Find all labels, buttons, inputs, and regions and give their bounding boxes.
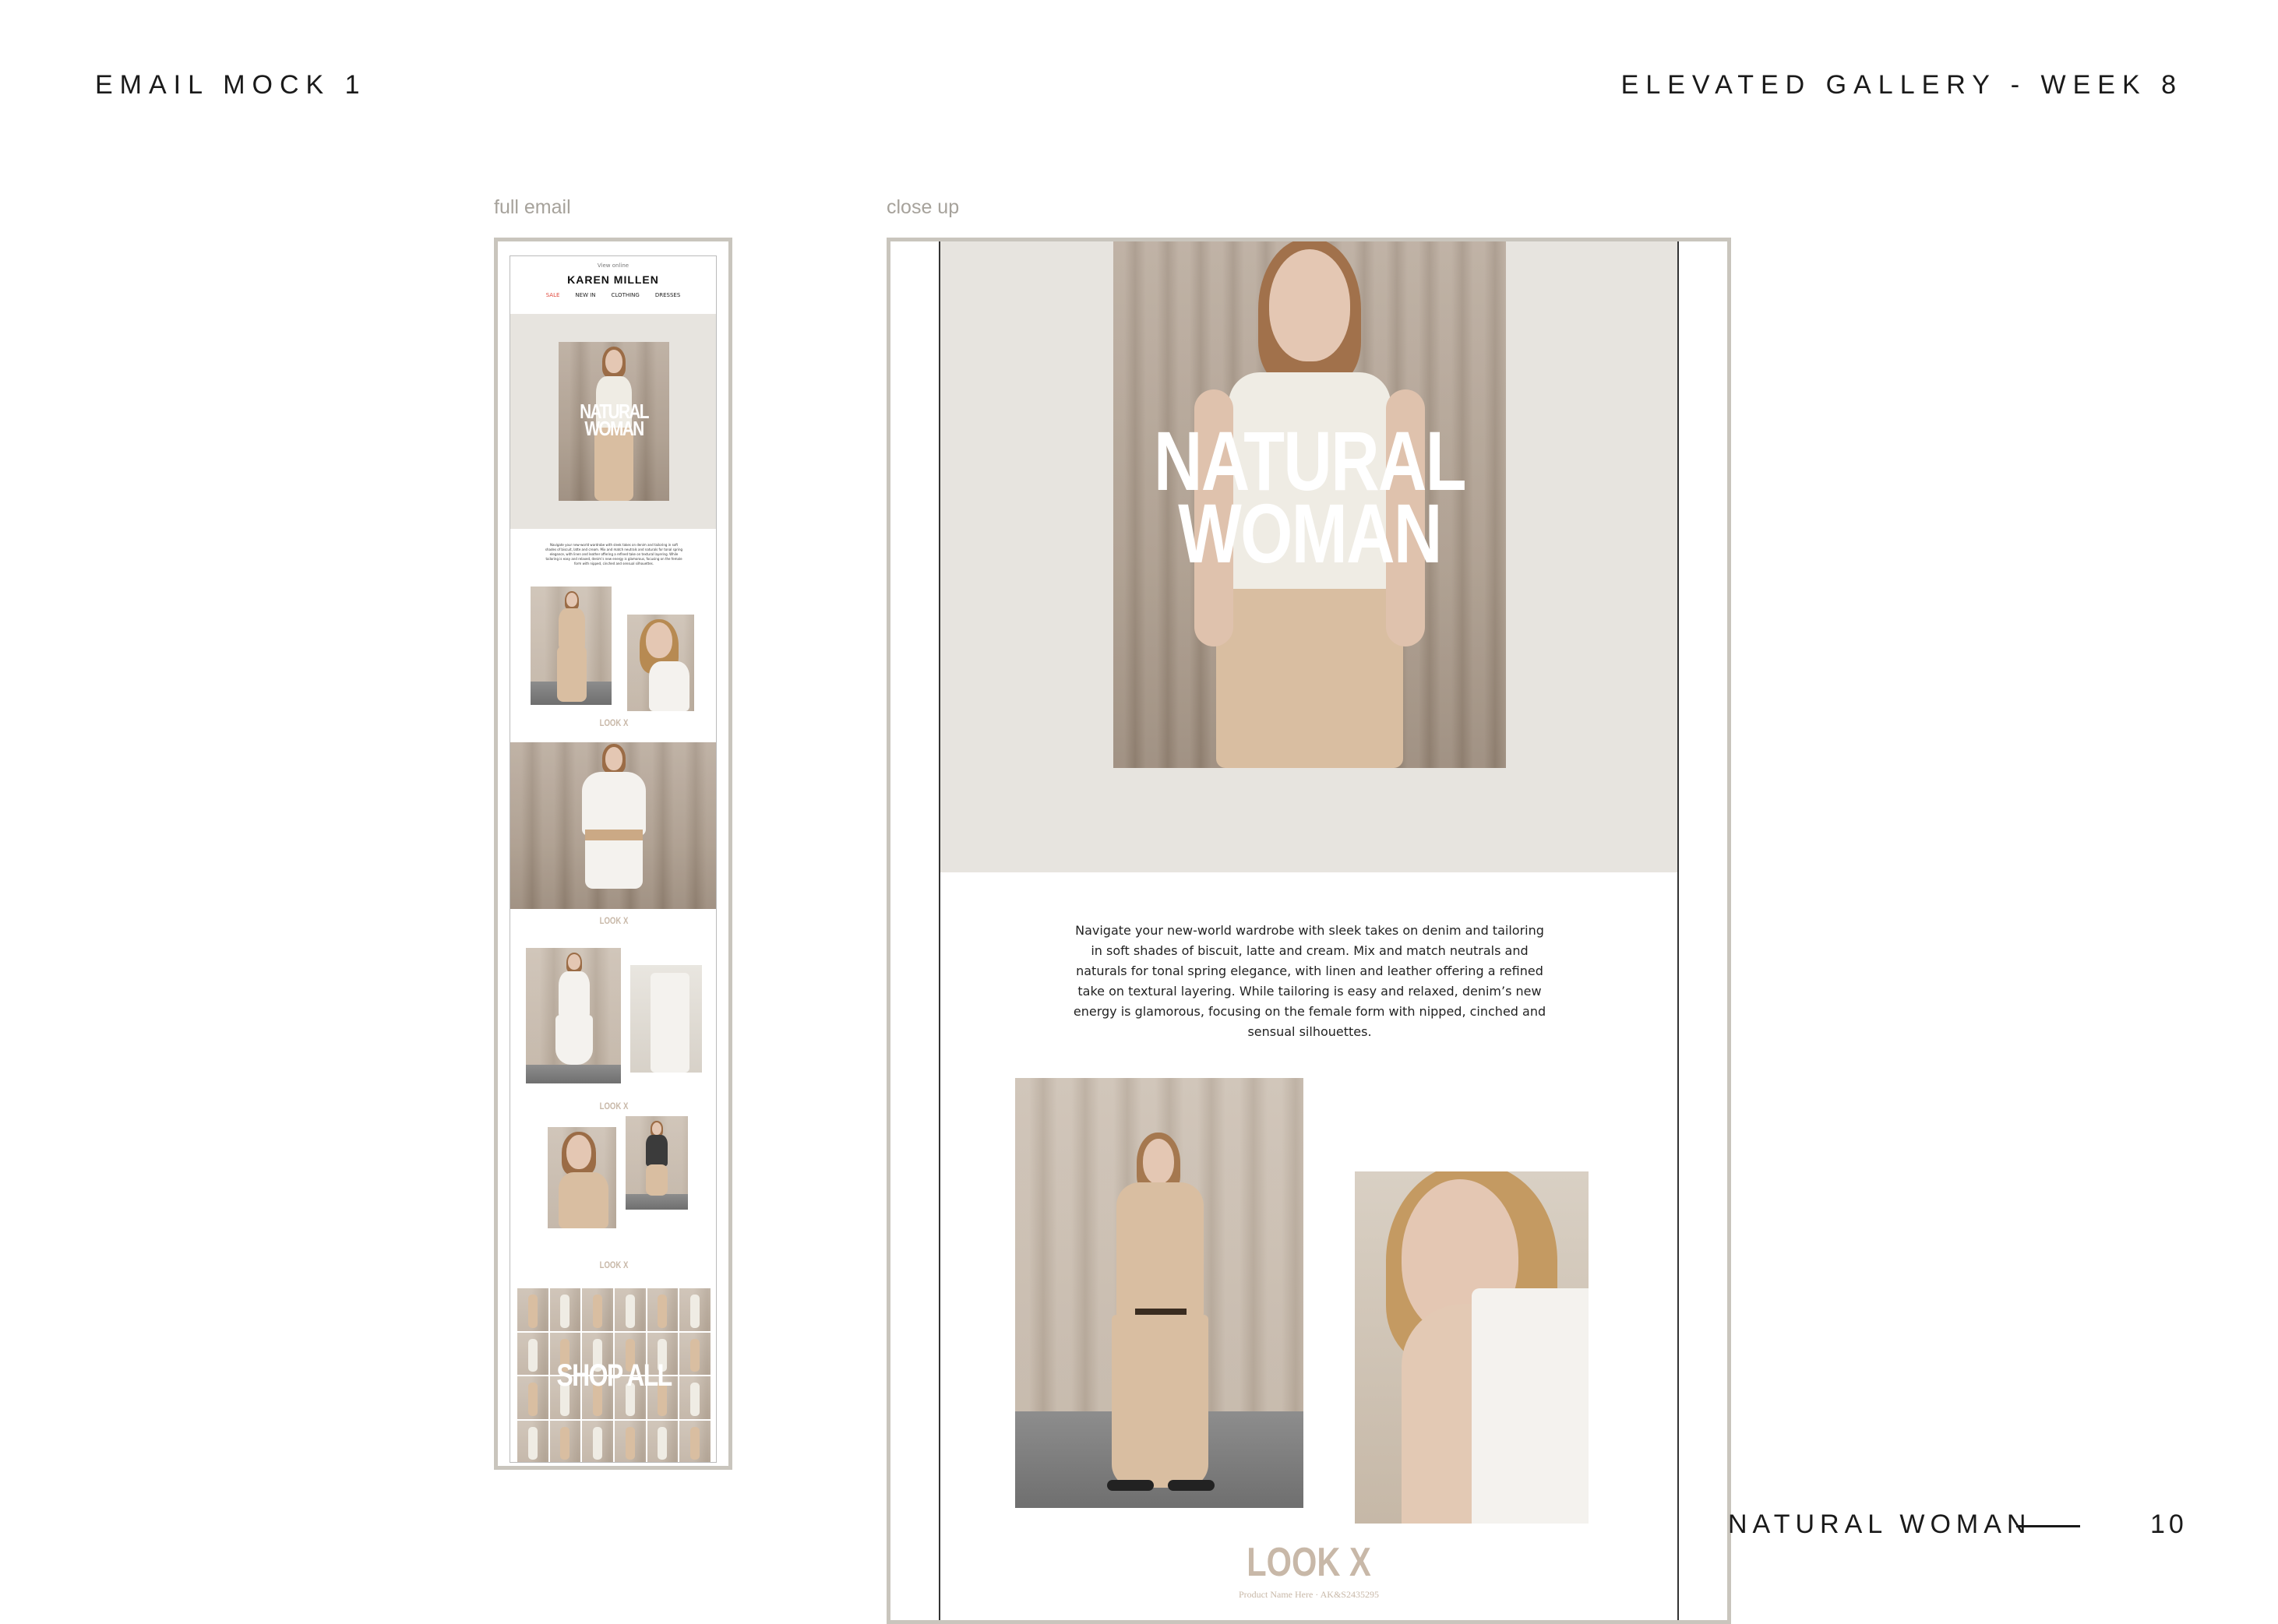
email-look1-photo-a[interactable] — [531, 587, 612, 705]
footer-page-number: 10 — [2150, 1510, 2188, 1539]
email-look4-photo-a[interactable] — [548, 1127, 616, 1228]
email-look1-label[interactable]: LOOK X — [531, 717, 697, 728]
footer-divider — [2016, 1525, 2080, 1527]
email-nav-new-in[interactable]: NEW IN — [575, 292, 595, 298]
email-look4-photo-b[interactable] — [626, 1116, 688, 1210]
email-look1-photo-b[interactable] — [627, 615, 694, 711]
email-look3-photo-a[interactable] — [526, 948, 621, 1083]
shop-all-thumbnail[interactable] — [549, 1420, 581, 1462]
footer-title: NATURAL WOMAN — [1728, 1510, 2032, 1539]
full-email-frame: View online KAREN MILLEN SALE NEW IN CLO… — [494, 238, 732, 1470]
closeup-look-label[interactable]: LOOK X — [1014, 1539, 1604, 1586]
email-look3-photo-b[interactable] — [630, 965, 702, 1073]
closeup-body-text: Navigate your new-world wardrobe with sl… — [1073, 923, 1546, 1039]
email-shop-all-title[interactable]: SHOP ALL — [536, 1360, 692, 1391]
email-preheader[interactable]: View online — [510, 262, 716, 269]
shop-all-thumbnail[interactable] — [582, 1420, 613, 1462]
shop-all-thumbnail[interactable] — [517, 1420, 548, 1462]
email-nav-clothing[interactable]: CLOTHING — [612, 292, 640, 298]
shop-all-thumbnail[interactable] — [615, 1288, 646, 1331]
shop-all-thumbnail[interactable] — [615, 1420, 646, 1462]
email-hero-title: NATURAL WOMAN — [580, 400, 649, 441]
shop-all-thumbnail[interactable] — [647, 1288, 679, 1331]
email-nav-sale[interactable]: SALE — [546, 292, 560, 298]
shop-all-thumbnail[interactable] — [582, 1288, 613, 1331]
caption-close-up: close up — [887, 196, 960, 218]
shop-all-thumbnail[interactable] — [549, 1288, 581, 1331]
email-nav: SALE NEW IN CLOTHING DRESSES — [510, 292, 716, 298]
close-up-email: NATURAL WOMAN Navigate your new-world war… — [939, 241, 1679, 1620]
shop-all-thumbnail[interactable] — [679, 1288, 711, 1331]
closeup-hero-band: NATURAL WOMAN — [940, 241, 1677, 872]
email-hero-photo[interactable]: NATURAL WOMAN — [559, 342, 669, 501]
page-header-right: ELEVATED GALLERY - WEEK 8 — [1620, 70, 2183, 100]
closeup-look-photo-a[interactable] — [1015, 1078, 1303, 1508]
page-header-left: EMAIL MOCK 1 — [95, 70, 367, 100]
shop-all-thumbnail[interactable] — [647, 1420, 679, 1462]
email-nav-dresses[interactable]: DRESSES — [655, 292, 680, 298]
caption-full-email: full email — [494, 196, 571, 218]
email-body-text: Navigate your new-world wardrobe with sl… — [545, 543, 683, 565]
email-look2-photo[interactable] — [510, 742, 716, 909]
closeup-look-photo-b[interactable] — [1355, 1171, 1589, 1524]
email-hero-band: NATURAL WOMAN — [510, 314, 716, 529]
closeup-product-line[interactable]: Product Name Here · AK&S2435295 — [940, 1589, 1677, 1601]
email-look3-label[interactable]: LOOK X — [531, 1101, 697, 1111]
closeup-hero-title: NATURAL WOMAN — [1154, 414, 1467, 580]
email-shop-all-grid[interactable]: SHOP ALL — [517, 1288, 711, 1462]
closeup-hero-photo[interactable]: NATURAL WOMAN — [1113, 241, 1506, 768]
shop-all-thumbnail[interactable] — [517, 1288, 548, 1331]
email-look2-label[interactable]: LOOK X — [531, 915, 697, 926]
email-thumbnail: View online KAREN MILLEN SALE NEW IN CLO… — [510, 255, 717, 1463]
close-up-frame: NATURAL WOMAN Navigate your new-world war… — [887, 238, 1731, 1624]
shop-all-thumbnail[interactable] — [679, 1420, 711, 1462]
email-look4-label[interactable]: LOOK X — [531, 1259, 697, 1270]
email-brand-logo[interactable]: KAREN MILLEN — [510, 273, 716, 286]
